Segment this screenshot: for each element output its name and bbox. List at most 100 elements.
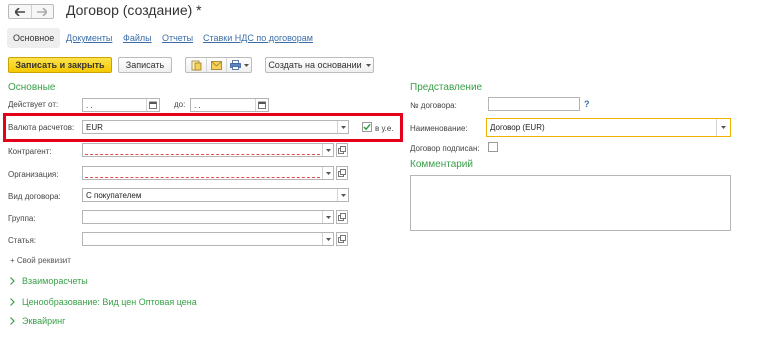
contract-signed-label: Договор подписан: xyxy=(410,144,480,153)
contract-type-select[interactable]: С покупателем xyxy=(82,188,349,202)
tab-documents[interactable]: Документы xyxy=(66,33,112,43)
group-value xyxy=(83,211,322,223)
valid-from-value: . . xyxy=(86,100,93,110)
chevron-right-icon xyxy=(10,298,15,306)
article-label: Статья: xyxy=(8,236,37,245)
chevron-down-icon xyxy=(325,237,331,241)
counterparty-dropdown-button[interactable] xyxy=(322,144,333,156)
article-field[interactable] xyxy=(82,232,334,246)
chevron-right-icon xyxy=(10,277,15,285)
tab-reports[interactable]: Отчеты xyxy=(162,33,193,43)
calendar-icon xyxy=(149,101,157,109)
tab-main[interactable]: Основное xyxy=(7,28,61,48)
currency-select[interactable]: EUR xyxy=(82,120,349,134)
chevron-down-icon xyxy=(325,215,331,219)
comment-title: Комментарий xyxy=(410,159,473,170)
organization-dropdown-button[interactable] xyxy=(322,167,333,179)
expander-settlements-label: Взаиморасчеты xyxy=(22,276,88,286)
contract-number-value xyxy=(489,98,579,110)
valid-to-value: . . xyxy=(194,100,201,110)
article-value xyxy=(83,233,322,245)
organization-label: Организация: xyxy=(8,170,59,179)
expander-settlements[interactable]: Взаиморасчеты xyxy=(10,276,88,286)
expander-acquiring[interactable]: Эквайринг xyxy=(10,316,65,326)
calendar-button[interactable] xyxy=(255,99,268,111)
comment-textarea[interactable] xyxy=(410,175,731,231)
name-value: Договор (EUR) xyxy=(490,123,545,132)
open-form-icon xyxy=(338,146,346,154)
in-ue-checkbox[interactable] xyxy=(362,122,372,132)
valid-from-label: Действует от: xyxy=(8,100,59,109)
expander-pricing-label: Ценообразование: Вид цен Оптовая цена xyxy=(22,297,197,307)
checkmark-icon xyxy=(363,123,371,131)
chevron-down-icon xyxy=(365,63,371,67)
contract-number-field[interactable] xyxy=(488,97,580,111)
document-button[interactable] xyxy=(186,58,206,72)
save-and-close-button[interactable]: Записать и закрыть xyxy=(8,57,112,73)
organization-field[interactable] xyxy=(82,166,334,180)
navigation-buttons xyxy=(8,4,54,19)
calendar-button[interactable] xyxy=(146,99,159,111)
chevron-right-icon xyxy=(10,317,15,325)
add-custom-attribute-link[interactable]: + Свой реквизит xyxy=(10,256,71,265)
chevron-down-icon xyxy=(325,171,331,175)
tab-files[interactable]: Файлы xyxy=(123,33,152,43)
create-based-on-label: Создать на основании xyxy=(268,60,362,70)
article-open-button[interactable] xyxy=(336,232,348,246)
counterparty-open-button[interactable] xyxy=(336,143,348,157)
name-dropdown-button[interactable] xyxy=(716,119,730,136)
currency-label: Валюта расчетов: xyxy=(8,123,75,132)
open-form-icon xyxy=(338,235,346,243)
main-section-title: Основные xyxy=(8,82,56,93)
calendar-icon xyxy=(258,101,266,109)
organization-open-button[interactable] xyxy=(336,166,348,180)
valid-to-field[interactable]: . . xyxy=(190,98,269,112)
expander-pricing[interactable]: Ценообразование: Вид цен Оптовая цена xyxy=(10,297,197,307)
counterparty-field[interactable] xyxy=(82,143,334,157)
toolbar-icon-group xyxy=(185,57,252,73)
article-dropdown-button[interactable] xyxy=(322,233,333,245)
currency-dropdown-button[interactable] xyxy=(337,121,348,133)
print-button[interactable] xyxy=(226,58,251,72)
email-button[interactable] xyxy=(206,58,226,72)
currency-value: EUR xyxy=(86,122,103,132)
valid-from-field[interactable]: . . xyxy=(82,98,160,112)
tab-vat-rates[interactable]: Ставки НДС по договорам xyxy=(203,33,313,43)
name-select[interactable]: Договор (EUR) xyxy=(486,118,731,137)
valid-to-label: до: xyxy=(174,100,186,109)
chevron-down-icon xyxy=(243,63,249,67)
contract-type-value: С покупателем xyxy=(86,190,142,200)
save-button[interactable]: Записать xyxy=(118,57,172,73)
contract-type-dropdown-button[interactable] xyxy=(337,189,348,201)
group-dropdown-button[interactable] xyxy=(322,211,333,223)
counterparty-value xyxy=(85,145,320,155)
help-icon[interactable]: ? xyxy=(584,99,590,109)
name-label: Наименование: xyxy=(410,124,468,133)
document-icon xyxy=(191,60,201,70)
group-field[interactable] xyxy=(82,210,334,224)
printer-icon xyxy=(229,60,241,70)
arrow-right-icon xyxy=(37,7,48,16)
forward-button[interactable] xyxy=(30,5,54,18)
contract-number-label: № договора: xyxy=(410,101,457,110)
organization-value xyxy=(85,168,320,178)
page-title: Договор (создание) * xyxy=(66,2,202,18)
arrow-left-icon xyxy=(14,7,25,16)
open-form-icon xyxy=(338,169,346,177)
contract-signed-checkbox[interactable] xyxy=(488,142,498,152)
create-based-on-button[interactable]: Создать на основании xyxy=(265,57,374,73)
group-label: Группа: xyxy=(8,214,36,223)
chevron-down-icon xyxy=(340,193,346,197)
contract-type-label: Вид договора: xyxy=(8,192,61,201)
chevron-down-icon xyxy=(325,148,331,152)
chevron-down-icon xyxy=(340,125,346,129)
counterparty-label: Контрагент: xyxy=(8,147,52,156)
group-open-button[interactable] xyxy=(336,210,348,224)
open-form-icon xyxy=(338,213,346,221)
in-ue-label: в у.е. xyxy=(375,124,394,133)
expander-acquiring-label: Эквайринг xyxy=(22,316,66,326)
back-button[interactable] xyxy=(9,5,31,18)
chevron-down-icon xyxy=(721,126,726,129)
envelope-icon xyxy=(211,60,222,70)
presentation-section-title: Представление xyxy=(410,82,483,93)
